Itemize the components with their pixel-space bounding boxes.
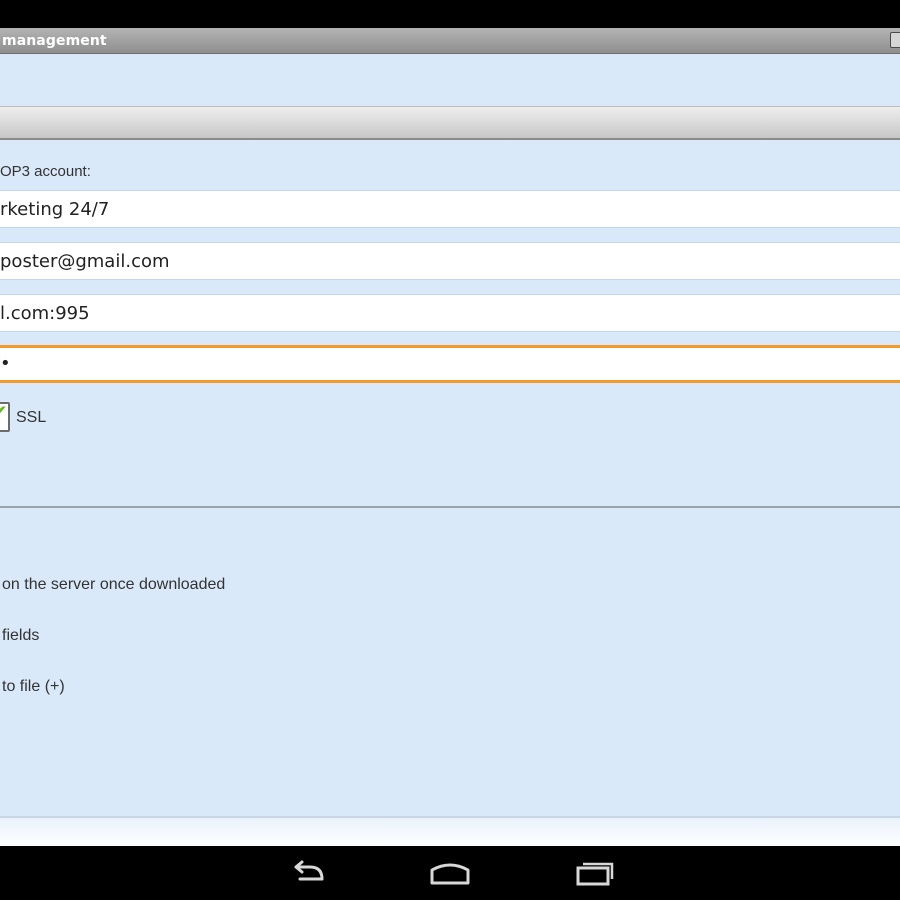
recent-apps-icon: [576, 862, 614, 886]
email-value: poster@gmail.com: [0, 251, 170, 272]
check-icon: ✔: [0, 400, 8, 424]
password-field[interactable]: •: [0, 345, 900, 383]
server-value: l.com:995: [0, 303, 90, 324]
home-button[interactable]: [425, 856, 475, 890]
home-icon: [430, 863, 470, 885]
account-name-field[interactable]: rketing 24/7: [0, 190, 900, 228]
window-title: management: [2, 33, 107, 49]
option-fields[interactable]: fields: [2, 627, 39, 645]
system-navbar: [0, 846, 900, 900]
ssl-label: SSL: [16, 409, 47, 426]
section-label: OP3 account:: [0, 163, 91, 180]
section-divider: [0, 506, 900, 508]
window-titlebar: management: [0, 28, 900, 54]
back-icon: [294, 860, 324, 881]
main-content: OP3 account: rketing 24/7 poster@gmail.c…: [0, 54, 900, 846]
maximize-icon[interactable]: [890, 32, 900, 48]
ssl-checkbox[interactable]: ✔: [0, 400, 10, 432]
email-field[interactable]: poster@gmail.com: [0, 242, 900, 280]
account-name-value: rketing 24/7: [0, 199, 110, 220]
option-to-file[interactable]: to file (+): [2, 678, 65, 696]
back-button[interactable]: [282, 856, 332, 890]
option-delete-on-server[interactable]: on the server once downloaded: [2, 576, 225, 594]
recent-apps-button[interactable]: [570, 856, 620, 890]
password-value: •: [0, 353, 11, 374]
section-header-band: [0, 106, 900, 140]
server-field[interactable]: l.com:995: [0, 294, 900, 332]
bottom-strip: [0, 816, 900, 846]
